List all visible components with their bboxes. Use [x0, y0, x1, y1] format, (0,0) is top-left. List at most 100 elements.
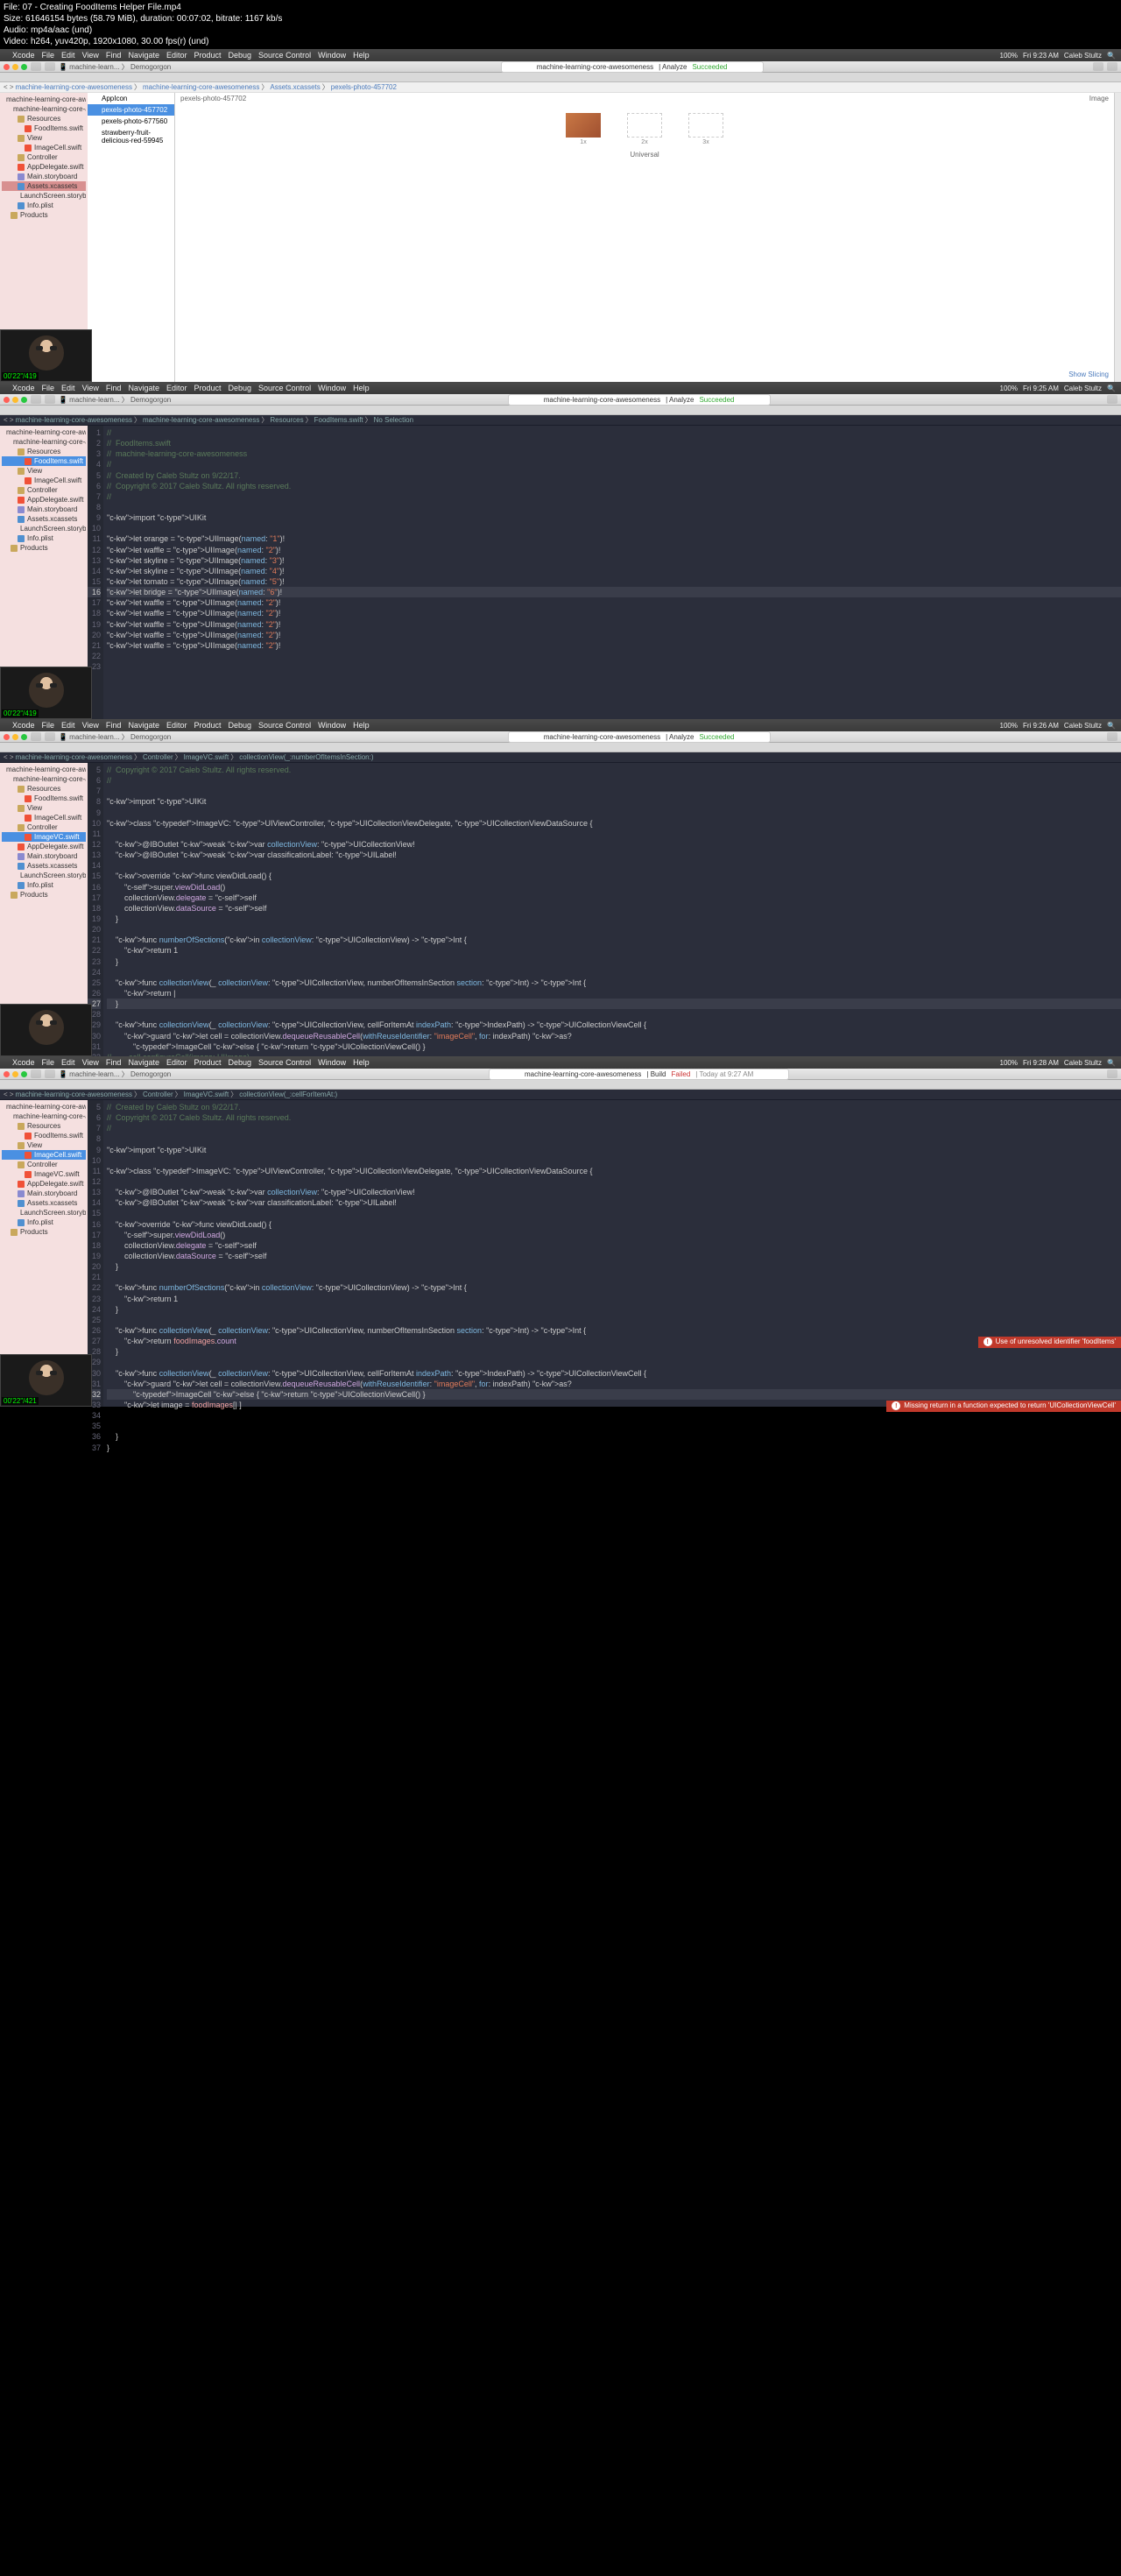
clock[interactable]: Fri 9:23 AM — [1023, 52, 1059, 60]
stop-button[interactable] — [45, 395, 55, 404]
code-line[interactable]: "c-kw">let bridge = "c-type">UIImage(nam… — [107, 587, 1121, 597]
code-line[interactable]: "c-kw">import "c-type">UIKit — [107, 1145, 1121, 1155]
code-line[interactable]: "c-kw">let skyline = "c-type">UIImage(na… — [107, 566, 1121, 576]
jump-bar[interactable]: < > machine-learning-core-awesomeness 〉 … — [0, 415, 1121, 426]
code-line[interactable]: "c-typedef">ImageCell "c-kw">else { "c-k… — [107, 1041, 1121, 1052]
nav-item[interactable]: Controller — [2, 485, 86, 495]
nav-item[interactable]: View — [2, 1140, 86, 1150]
run-button[interactable] — [31, 395, 41, 404]
menu-editor[interactable]: Editor — [166, 51, 187, 60]
code-line[interactable]: // — [107, 1123, 1121, 1133]
nav-item[interactable]: LaunchScreen.storyboard — [2, 191, 86, 201]
code-line[interactable]: } — [107, 956, 1121, 967]
nav-item[interactable]: Info.plist — [2, 1217, 86, 1227]
jump-bar[interactable]: < > machine-learning-core-awesomeness 〉 … — [0, 752, 1121, 763]
asset-list[interactable]: AppIconpexels-photo-457702pexels-photo-6… — [88, 93, 175, 382]
code-line[interactable]: "c-kw">let waffle = "c-type">UIImage(nam… — [107, 545, 1121, 555]
code-line[interactable]: "c-kw">let waffle = "c-type">UIImage(nam… — [107, 597, 1121, 608]
nav-item[interactable]: machine-learning-core-awesomeness — [2, 1112, 86, 1121]
nav-item[interactable]: Assets.xcassets — [2, 514, 86, 524]
nav-item[interactable]: ImageVC.swift — [2, 832, 86, 842]
code-line[interactable]: } — [107, 1304, 1121, 1315]
code-line[interactable]: "c-kw">func collectionView(_ collectionV… — [107, 977, 1121, 988]
nav-item[interactable]: ImageCell.swift — [2, 476, 86, 485]
code-line[interactable]: // machine-learning-core-awesomeness — [107, 448, 1121, 459]
menu-edit[interactable]: Edit — [61, 51, 75, 60]
nav-item[interactable]: Products — [2, 1227, 86, 1237]
nav-item[interactable]: Main.storyboard — [2, 1189, 86, 1198]
menu-help[interactable]: Help — [353, 51, 370, 60]
battery-status[interactable]: 100% — [1000, 52, 1018, 60]
nav-item[interactable]: LaunchScreen.storyboard — [2, 524, 86, 533]
nav-item[interactable]: machine-learning-core-awesomeness — [2, 427, 86, 437]
scheme-selector[interactable]: 📱 machine-learn... 〉 Demogorgon — [59, 62, 171, 72]
editor-mode-button[interactable] — [1093, 62, 1103, 71]
code-line[interactable]: "c-kw">class "c-typedef">ImageVC: "c-typ… — [107, 818, 1121, 829]
nav-item[interactable]: AppDelegate.swift — [2, 162, 86, 172]
code-line[interactable] — [107, 1155, 1121, 1166]
nav-item[interactable]: Products — [2, 210, 86, 220]
nav-item[interactable]: AppDelegate.swift — [2, 842, 86, 851]
code-line[interactable] — [107, 924, 1121, 935]
nav-item[interactable]: machine-learning-core-awesomeness — [2, 765, 86, 774]
jump-bar[interactable]: < > machine-learning-core-awesomeness 〉 … — [0, 82, 1121, 93]
code-line[interactable]: "c-kw">@IBOutlet "c-kw">weak "c-kw">var … — [107, 1187, 1121, 1197]
nav-item[interactable]: machine-learning-core-awesomeness — [2, 437, 86, 447]
code-line[interactable] — [107, 1410, 1121, 1421]
nav-item[interactable]: LaunchScreen.storyboard — [2, 1208, 86, 1217]
code-line[interactable]: "c-kw">let tomato = "c-type">UIImage(nam… — [107, 576, 1121, 587]
menu-xcode[interactable]: Xcode — [12, 51, 35, 60]
code-editor[interactable]: 5678910111213141516171819202122232425262… — [88, 763, 1121, 1056]
code-line[interactable] — [107, 860, 1121, 871]
menu-find[interactable]: Find — [106, 51, 122, 60]
asset-slot-1x[interactable]: 1x — [566, 113, 601, 145]
code-line[interactable]: "c-kw">override "c-kw">func viewDidLoad(… — [107, 871, 1121, 881]
code-line[interactable]: "c-kw">let waffle = "c-type">UIImage(nam… — [107, 630, 1121, 640]
code-line[interactable] — [107, 523, 1121, 533]
code-line[interactable] — [107, 967, 1121, 977]
code-line[interactable]: // Copyright © 2017 Caleb Stultz. All ri… — [107, 765, 1121, 775]
nav-item[interactable]: Assets.xcassets — [2, 1198, 86, 1208]
code-line[interactable] — [107, 502, 1121, 512]
code-line[interactable]: } — [107, 1346, 1121, 1357]
nav-item[interactable]: FoodItems.swift — [2, 794, 86, 803]
code-line[interactable]: "c-kw">func collectionView(_ collectionV… — [107, 1368, 1121, 1379]
panel-toggle-button[interactable] — [1107, 62, 1117, 71]
code-line[interactable]: } — [107, 1443, 1121, 1453]
code-line[interactable]: } — [107, 999, 1121, 1009]
code-line[interactable] — [107, 1133, 1121, 1144]
code-line[interactable]: } — [107, 914, 1121, 924]
code-line[interactable]: "c-kw">guard "c-kw">let cell = collectio… — [107, 1379, 1121, 1389]
nav-item[interactable]: View — [2, 466, 86, 476]
nav-item[interactable]: AppDelegate.swift — [2, 1179, 86, 1189]
code-line[interactable]: } — [107, 1431, 1121, 1442]
nav-item[interactable]: View — [2, 133, 86, 143]
window-controls[interactable] — [4, 64, 27, 70]
nav-item[interactable]: Main.storyboard — [2, 505, 86, 514]
code-line[interactable]: "c-kw">return foodImages.count — [107, 1336, 1121, 1346]
code-line[interactable] — [107, 651, 1121, 661]
code-editor[interactable]: 1234567891011121314151617181920212223 //… — [88, 426, 1121, 719]
code-line[interactable]: // FoodItems.swift — [107, 438, 1121, 448]
code-line[interactable]: "c-kw">let skyline = "c-type">UIImage(na… — [107, 555, 1121, 566]
code-line[interactable] — [107, 1421, 1121, 1431]
nav-item[interactable]: AppDelegate.swift — [2, 495, 86, 505]
code-line[interactable]: // — [107, 775, 1121, 786]
code-line[interactable]: // — [107, 491, 1121, 502]
nav-item[interactable]: ImageCell.swift — [2, 143, 86, 152]
nav-item[interactable]: ImageCell.swift — [2, 1150, 86, 1160]
nav-item[interactable]: Products — [2, 890, 86, 900]
nav-item[interactable]: Resources — [2, 114, 86, 124]
code-line[interactable]: "c-self">super.viewDidLoad() — [107, 882, 1121, 893]
spotlight-icon[interactable]: 🔍 — [1107, 52, 1116, 60]
code-line[interactable]: "c-kw">let waffle = "c-type">UIImage(nam… — [107, 608, 1121, 618]
nav-item[interactable]: Assets.xcassets — [2, 181, 86, 191]
code-line[interactable]: "c-kw">override "c-kw">func viewDidLoad(… — [107, 1219, 1121, 1230]
menu-source-control[interactable]: Source Control — [258, 51, 311, 60]
nav-item[interactable]: Assets.xcassets — [2, 861, 86, 871]
code-line[interactable]: "c-kw">@IBOutlet "c-kw">weak "c-kw">var … — [107, 850, 1121, 860]
code-line[interactable]: "c-kw">func numberOfSections("c-kw">in c… — [107, 935, 1121, 945]
code-line[interactable]: "c-kw">return | — [107, 988, 1121, 999]
nav-item[interactable]: machine-learning-core-awesomeness — [2, 95, 86, 104]
nav-item[interactable]: Resources — [2, 784, 86, 794]
